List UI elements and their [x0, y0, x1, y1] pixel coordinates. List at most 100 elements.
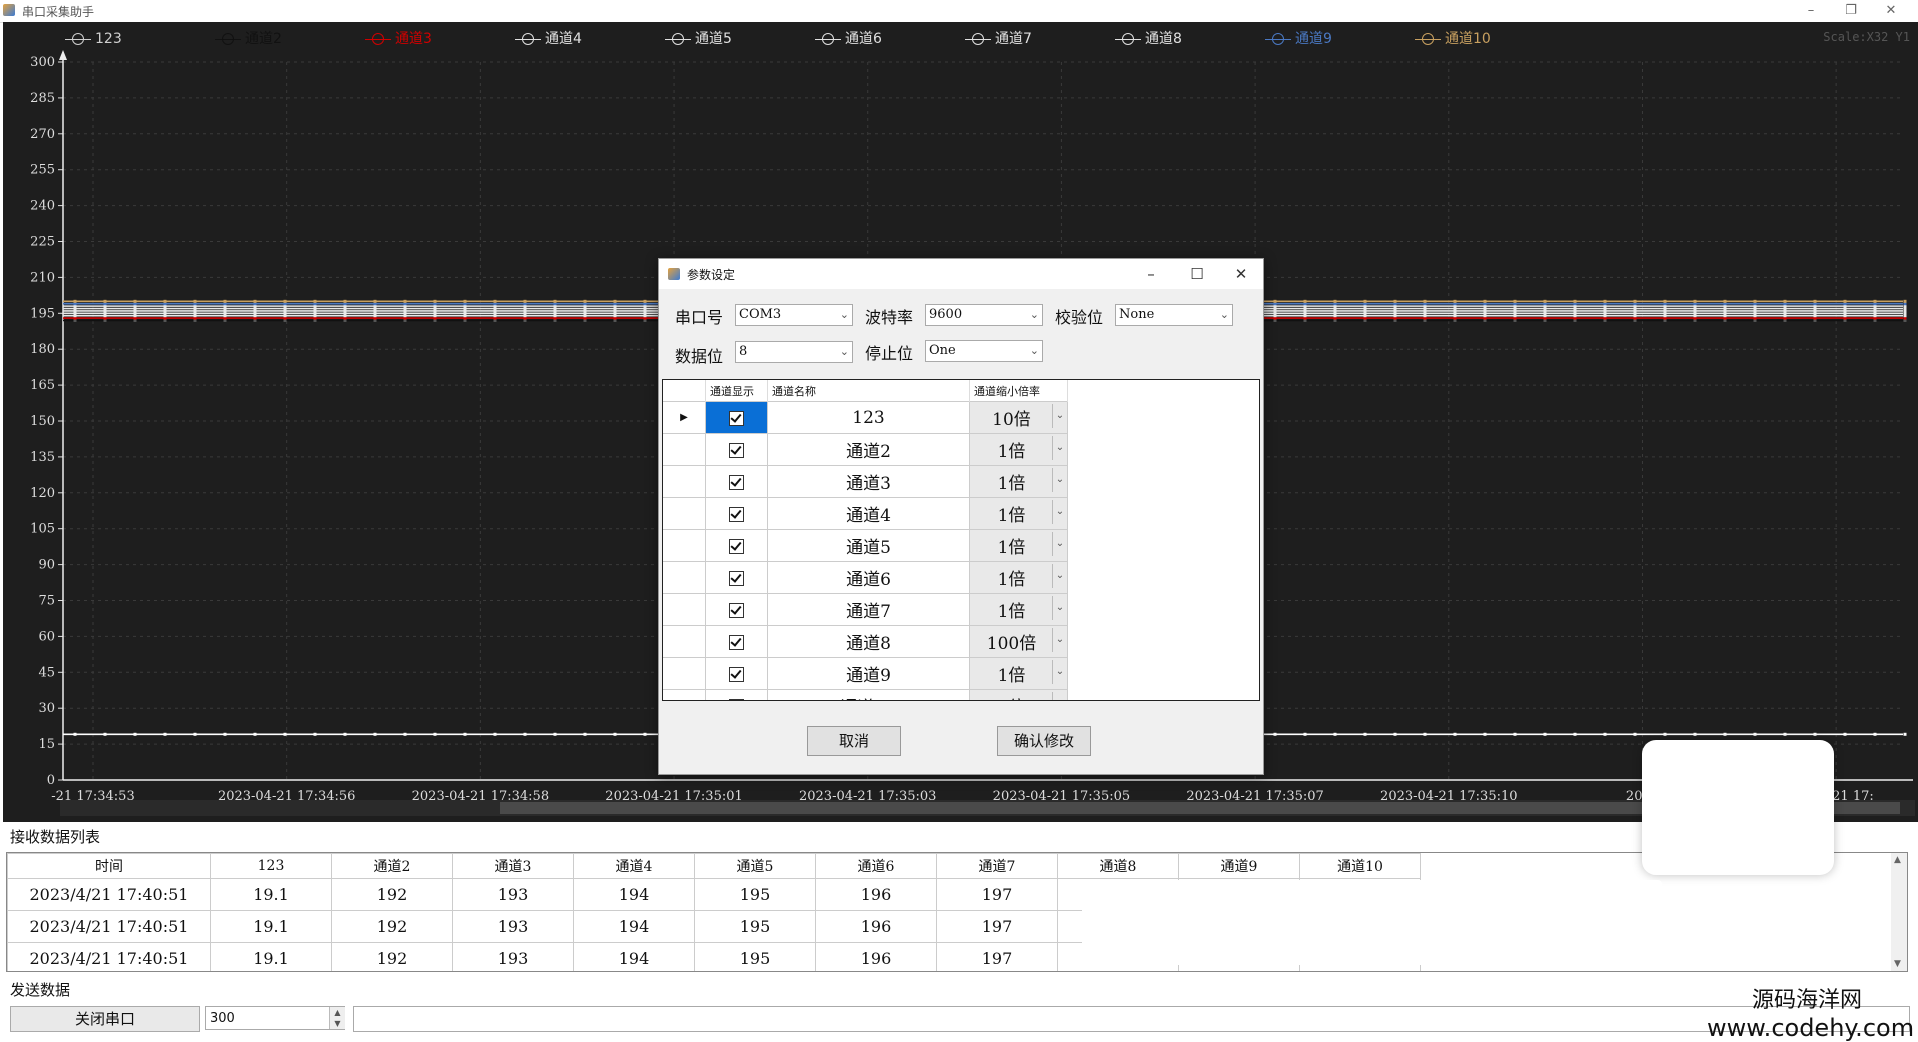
- legend-item[interactable]: 通道4: [515, 28, 582, 50]
- legend-item[interactable]: 通道10: [1415, 28, 1491, 50]
- receive-column-header[interactable]: 通道5: [694, 853, 816, 879]
- send-data-input[interactable]: [353, 1006, 1910, 1032]
- chevron-down-icon[interactable]: ⌄: [1052, 532, 1067, 556]
- table-cell[interactable]: 194: [573, 910, 695, 943]
- table-cell[interactable]: 194: [573, 942, 695, 971]
- table-cell[interactable]: 195: [694, 878, 816, 911]
- channel-name-cell[interactable]: 通道9: [767, 657, 970, 690]
- channel-show-checkbox[interactable]: [729, 602, 744, 618]
- chevron-down-icon[interactable]: ⌄: [1052, 404, 1067, 428]
- channel-show-cell[interactable]: [705, 561, 768, 594]
- parity-select[interactable]: None ⌄: [1115, 304, 1233, 326]
- chevron-down-icon[interactable]: ⌄: [1052, 596, 1067, 620]
- channel-row[interactable]: 通道5 1倍 ⌄: [663, 529, 1068, 562]
- channel-row[interactable]: 通道8 100倍 ⌄: [663, 625, 1068, 658]
- channel-show-cell[interactable]: [705, 689, 768, 700]
- receive-column-header[interactable]: 通道2: [331, 853, 453, 879]
- table-cell[interactable]: 194: [573, 878, 695, 911]
- current-row-arrow-icon[interactable]: ▶: [663, 401, 706, 434]
- receive-column-header[interactable]: 通道6: [815, 853, 937, 879]
- channel-show-checkbox[interactable]: [729, 442, 744, 458]
- legend-item[interactable]: 通道5: [665, 28, 732, 50]
- row-header[interactable]: [663, 689, 706, 700]
- legend-item[interactable]: 通道8: [1115, 28, 1182, 50]
- channel-name-cell[interactable]: 通道10: [767, 689, 970, 700]
- channel-row[interactable]: 通道6 1倍 ⌄: [663, 561, 1068, 594]
- channel-show-checkbox[interactable]: [729, 666, 744, 682]
- scroll-up-icon[interactable]: ▲: [1894, 855, 1901, 865]
- legend-item[interactable]: 通道3: [365, 28, 432, 50]
- baud-select[interactable]: 9600 ⌄: [925, 304, 1043, 326]
- table-cell[interactable]: 195: [694, 942, 816, 971]
- interval-spinner[interactable]: ▲ ▼: [329, 1007, 345, 1029]
- table-cell[interactable]: 193: [452, 878, 574, 911]
- table-cell[interactable]: 193: [452, 942, 574, 971]
- confirm-button[interactable]: 确认修改: [997, 726, 1091, 756]
- close-port-button[interactable]: 关闭串口: [10, 1006, 200, 1032]
- chevron-down-icon[interactable]: ⌄: [1052, 660, 1067, 684]
- channel-ratio-select[interactable]: 10倍 ⌄: [969, 401, 1068, 434]
- cancel-button[interactable]: 取消: [807, 726, 901, 756]
- table-cell[interactable]: 2023/4/21 17:40:51: [7, 910, 211, 943]
- channel-ratio-select[interactable]: 1倍 ⌄: [969, 465, 1068, 498]
- chevron-down-icon[interactable]: ⌄: [1052, 628, 1067, 652]
- channel-name-cell[interactable]: 123: [767, 401, 970, 434]
- channel-show-checkbox[interactable]: [729, 570, 744, 586]
- channel-row[interactable]: ▶ 123 10倍 ⌄: [663, 401, 1068, 434]
- table-cell[interactable]: 192: [331, 878, 453, 911]
- receive-column-header[interactable]: 123: [210, 853, 332, 879]
- receive-vertical-scrollbar[interactable]: ▲ ▼: [1891, 853, 1907, 971]
- channel-show-cell[interactable]: [705, 465, 768, 498]
- stopbits-select[interactable]: One ⌄: [925, 340, 1043, 362]
- receive-column-header[interactable]: 通道3: [452, 853, 574, 879]
- channel-show-checkbox[interactable]: [729, 634, 744, 650]
- chevron-down-icon[interactable]: ⌄: [1052, 500, 1067, 524]
- legend-item[interactable]: 通道2: [215, 28, 282, 50]
- channel-ratio-select[interactable]: 1倍 ⌄: [969, 433, 1068, 466]
- channel-show-checkbox[interactable]: [729, 474, 744, 490]
- channel-ratio-select[interactable]: 1倍 ⌄: [969, 529, 1068, 562]
- row-header[interactable]: [663, 529, 706, 562]
- row-header[interactable]: [663, 657, 706, 690]
- channel-ratio-select[interactable]: 1倍 ⌄: [969, 497, 1068, 530]
- row-header[interactable]: [663, 561, 706, 594]
- receive-column-header[interactable]: 通道7: [936, 853, 1058, 879]
- row-header[interactable]: [663, 433, 706, 466]
- table-cell[interactable]: 193: [452, 910, 574, 943]
- row-header[interactable]: [663, 465, 706, 498]
- chevron-down-icon[interactable]: ⌄: [1052, 692, 1067, 700]
- channel-row[interactable]: 通道2 1倍 ⌄: [663, 433, 1068, 466]
- table-cell[interactable]: 2023/4/21 17:40:51: [7, 942, 211, 971]
- channel-name-cell[interactable]: 通道8: [767, 625, 970, 658]
- row-header[interactable]: [663, 625, 706, 658]
- table-cell[interactable]: 196: [815, 942, 937, 971]
- legend-item[interactable]: 通道6: [815, 28, 882, 50]
- table-cell[interactable]: 197: [936, 910, 1058, 943]
- row-header[interactable]: [663, 497, 706, 530]
- port-select[interactable]: COM3 ⌄: [735, 304, 853, 326]
- receive-column-header[interactable]: 通道8: [1057, 853, 1179, 879]
- table-cell[interactable]: 2023/4/21 17:40:51: [7, 878, 211, 911]
- channel-name-cell[interactable]: 通道5: [767, 529, 970, 562]
- chevron-down-icon[interactable]: ⌄: [1052, 436, 1067, 460]
- channel-show-checkbox[interactable]: [729, 410, 744, 426]
- dialog-maximize-button[interactable]: ☐: [1179, 261, 1215, 287]
- close-window-button[interactable]: ✕: [1876, 1, 1906, 21]
- receive-column-header[interactable]: 时间: [7, 853, 211, 879]
- channel-name-cell[interactable]: 通道6: [767, 561, 970, 594]
- channel-show-cell[interactable]: [705, 593, 768, 626]
- channel-ratio-select[interactable]: 1倍 ⌄: [969, 657, 1068, 690]
- channel-show-cell[interactable]: [705, 657, 768, 690]
- restore-button[interactable]: ❐: [1836, 1, 1866, 21]
- channel-row[interactable]: 通道9 1倍 ⌄: [663, 657, 1068, 690]
- minimize-button[interactable]: –: [1796, 1, 1826, 21]
- channel-name-cell[interactable]: 通道2: [767, 433, 970, 466]
- channel-show-checkbox[interactable]: [729, 698, 744, 700]
- channel-row[interactable]: 通道7 1倍 ⌄: [663, 593, 1068, 626]
- channel-row[interactable]: 通道10 1倍 ⌄: [663, 689, 1068, 700]
- receive-column-header[interactable]: 通道9: [1178, 853, 1300, 879]
- chevron-down-icon[interactable]: ⌄: [1052, 564, 1067, 588]
- channel-ratio-select[interactable]: 1倍 ⌄: [969, 689, 1068, 700]
- dialog-close-button[interactable]: ✕: [1223, 261, 1259, 287]
- row-header[interactable]: [663, 593, 706, 626]
